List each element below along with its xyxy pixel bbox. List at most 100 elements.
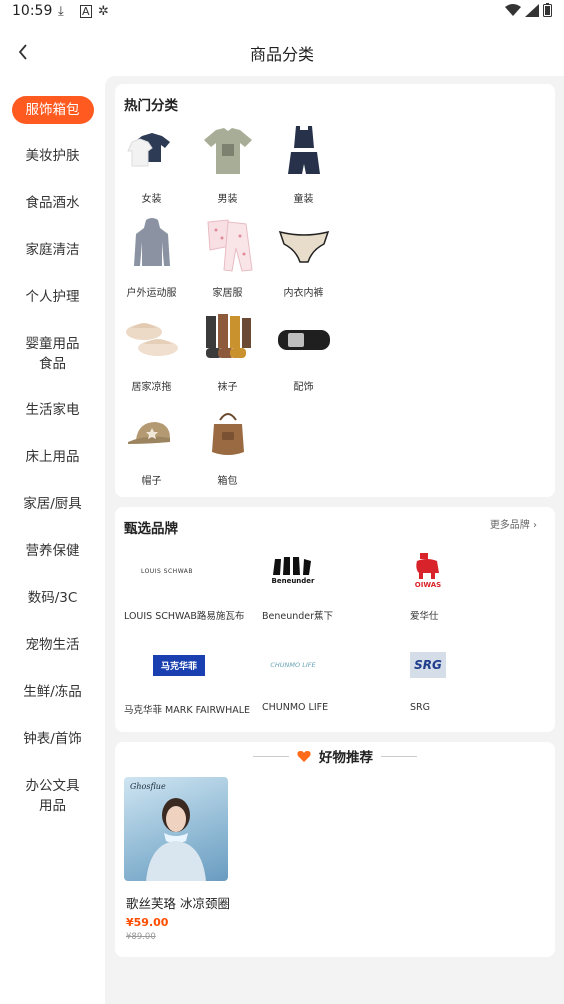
content-panel: 热门分类 女装 男装 童装 户外运动服 家居服 内衣内裤 居家凉拖 袜子 配饰 … [105, 76, 564, 1004]
sidebar-item-label: 生活家电 [25, 402, 80, 418]
more-brands-label: 更多品牌 [489, 520, 530, 531]
bag-icon [211, 413, 244, 455]
brand-logo: 马克华菲 [152, 654, 205, 676]
sidebar-item-office[interactable]: 办公文具 用品 [0, 776, 105, 816]
brand-logo: LOUIS SCHWAB [140, 567, 194, 575]
brand-logo: SRG [410, 652, 446, 678]
signal-icon [525, 3, 539, 17]
sidebar-item-health[interactable]: 营养保健 [0, 541, 105, 561]
category-homewear[interactable]: 家居服 [190, 216, 265, 299]
category-hats[interactable]: 帽子 [114, 404, 189, 487]
hot-categories-card: 热门分类 女装 男装 童装 户外运动服 家居服 内衣内裤 居家凉拖 袜子 配饰 … [115, 84, 555, 497]
brand-oiwas[interactable]: OIWAS 爱华仕 [410, 542, 545, 622]
category-slippers[interactable]: 居家凉拖 [114, 310, 189, 393]
sidebar-item-label: 服饰箱包 [11, 96, 94, 124]
brand-label: CHUNMO LIFE [262, 702, 329, 713]
sidebar-item-label: 个人护理 [25, 289, 80, 305]
page-title: 商品分类 [249, 45, 314, 64]
category-women[interactable]: 女装 [114, 122, 189, 205]
product-card[interactable]: Ghosflue 歌丝芙珞 冰凉颈圈 ¥59.00 ¥89.00 [124, 777, 244, 942]
product-photo [146, 798, 206, 881]
slippers-icon [125, 323, 178, 356]
recommend-title: 好物推荐 [319, 750, 373, 766]
sidebar-item-label: 宠物生活 [25, 637, 80, 653]
category-label: 居家凉拖 [131, 382, 172, 393]
category-underwear[interactable]: 内衣内裤 [266, 216, 341, 299]
brand-beneunder[interactable]: Beneunder Beneunder蕉下 [262, 542, 397, 622]
sidebar-item-bedding[interactable]: 床上用品 [0, 447, 105, 467]
brand-louis-schwab[interactable]: LOUIS SCHWAB LOUIS SCHWAB路易施瓦布 [124, 542, 259, 623]
category-label: 箱包 [217, 476, 238, 487]
a-icon: A [80, 5, 92, 18]
hot-categories-title: 热门分类 [124, 98, 178, 114]
category-label: 配饰 [293, 382, 314, 393]
sidebar-item-apparel[interactable]: 服饰箱包 [0, 96, 105, 124]
sidebar-item-beauty[interactable]: 美妆护肤 [0, 146, 105, 166]
category-label: 户外运动服 [126, 288, 177, 299]
category-bags[interactable]: 箱包 [190, 404, 265, 487]
category-men[interactable]: 男装 [190, 122, 265, 205]
product-image: Ghosflue [124, 777, 228, 881]
category-label: 帽子 [141, 476, 162, 487]
brand-label: 爱华仕 [410, 611, 439, 622]
category-sidebar: 服饰箱包 美妆护肤 食品酒水 家庭清洁 个人护理 婴童用品 食品 生活家电 床上… [0, 76, 105, 1004]
sidebar-item-appliances[interactable]: 生活家电 [0, 400, 105, 420]
sidebar-item-food[interactable]: 食品酒水 [0, 193, 105, 213]
sidebar-item-jewelry[interactable]: 钟表/首饰 [0, 729, 105, 749]
sportswear-icon [133, 218, 170, 266]
brand-label: LOUIS SCHWAB路易施瓦布 [124, 611, 245, 622]
brands-title: 甄选品牌 [124, 521, 178, 537]
category-kids[interactable]: 童装 [266, 122, 341, 205]
sidebar-item-label: 办公文具 用品 [25, 778, 80, 814]
sidebar-item-digital[interactable]: 数码/3C [0, 588, 105, 608]
sidebar-item-personal-care[interactable]: 个人护理 [0, 287, 105, 307]
status-time: 10:59 [12, 3, 53, 19]
homewear-icon [206, 219, 253, 272]
brand-label: SRG [410, 702, 430, 713]
category-label: 内衣内裤 [283, 288, 324, 299]
chevron-right-icon: › [533, 520, 537, 531]
sidebar-item-label: 生鲜/冻品 [23, 684, 82, 700]
elephant-logo-icon [416, 553, 439, 579]
category-sportswear[interactable]: 户外运动服 [114, 216, 189, 299]
sidebar-item-baby[interactable]: 婴童用品 食品 [0, 334, 105, 374]
category-accessories[interactable]: 配饰 [266, 310, 341, 393]
brand-mark-fairwhale[interactable]: 马克华菲 马克华菲 MARK FAIRWHALE [124, 636, 259, 716]
brand-srg[interactable]: SRG SRG [410, 636, 545, 713]
divider [381, 755, 417, 757]
category-label: 袜子 [217, 382, 238, 393]
category-label: 家居服 [212, 288, 243, 299]
category-label: 男装 [217, 194, 238, 205]
cap-icon [127, 422, 170, 444]
battery-icon [543, 3, 552, 17]
more-brands-link[interactable]: 更多品牌 › [490, 516, 537, 531]
brand-label: Beneunder蕉下 [262, 611, 334, 622]
sidebar-item-label: 营养保健 [25, 543, 80, 559]
sidebar-item-fresh[interactable]: 生鲜/冻品 [0, 682, 105, 702]
product-price: ¥59.00 [126, 916, 169, 929]
top-bar: 商品分类 [0, 28, 564, 76]
sidebar-item-label: 婴童用品 食品 [25, 336, 80, 372]
sidebar-item-label: 家庭清洁 [25, 242, 80, 258]
sidebar-item-cleaning[interactable]: 家庭清洁 [0, 240, 105, 260]
beneunder-logo-icon [273, 557, 311, 575]
sidebar-item-label: 数码/3C [27, 590, 78, 606]
category-label: 女装 [141, 194, 162, 205]
sidebar-item-pets[interactable]: 宠物生活 [0, 635, 105, 655]
product-name: 歌丝芙珞 冰凉颈圈 [126, 896, 230, 911]
brand-logo: OIWAS [414, 581, 442, 589]
brand-label: 马克华菲 MARK FAIRWHALE [124, 705, 251, 716]
bug-icon: ✲ [98, 4, 109, 19]
sidebar-item-kitchen[interactable]: 家居/厨具 [0, 494, 105, 514]
heart-icon [297, 750, 311, 762]
recommend-header: 好物推荐 [115, 746, 555, 766]
sidebar-item-label: 钟表/首饰 [23, 731, 82, 747]
brand-chunmo-life[interactable]: CHUNMO LIFE CHUNMO LIFE [262, 636, 397, 713]
brand-logo: CHUNMO LIFE [270, 661, 316, 669]
category-socks[interactable]: 袜子 [190, 310, 265, 393]
recommend-card: 好物推荐 Ghosflue 歌丝芙珞 冰凉颈圈 ¥59.00 ¥89.00 [115, 742, 555, 957]
women-clothing-icon [126, 133, 170, 167]
kids-clothing-icon [287, 126, 320, 174]
divider [253, 755, 289, 757]
sidebar-item-label: 食品酒水 [25, 195, 80, 211]
